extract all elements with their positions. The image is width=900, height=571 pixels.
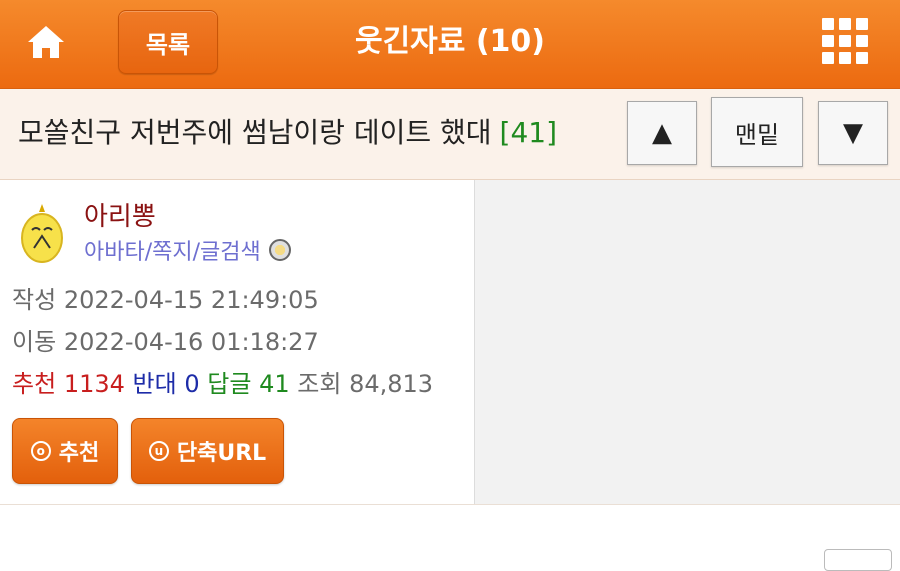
home-icon (28, 26, 64, 58)
oppose-label: 반대 (132, 370, 177, 398)
post-title-text: 모쏠친구 저번주에 썸남이랑 데이트 했대 (18, 116, 492, 149)
scroll-bottom-button[interactable]: 맨밑 (711, 97, 803, 167)
recommend-count: 1134 (63, 370, 125, 398)
views-count: 84,813 (349, 370, 434, 398)
home-button[interactable] (18, 18, 74, 66)
short-url-circle-icon: u (148, 441, 169, 461)
recommend-button-label: 추천 (58, 441, 100, 466)
list-button[interactable]: 목록 (118, 10, 218, 74)
post-title[interactable]: 모쏠친구 저번주에 썸남이랑 데이트 했대 [41] (18, 89, 557, 179)
avatar-icon (21, 204, 63, 263)
short-url-button-label: 단축URL (176, 441, 267, 466)
written-date: 작성 2022-04-15 21:49:05 (12, 280, 319, 315)
oppose-count: 0 (184, 370, 200, 398)
level-badge-icon (268, 239, 291, 261)
moved-label: 이동 (12, 328, 57, 356)
ad-area (475, 180, 900, 504)
grid-menu-button[interactable] (820, 16, 872, 68)
up-arrow-icon: ▲ (652, 118, 672, 148)
written-label: 작성 (12, 286, 57, 314)
recommend-label: 추천 (12, 370, 57, 398)
moved-date: 이동 2022-04-16 01:18:27 (12, 322, 319, 357)
post-title-bar: 모쏠친구 저번주에 썸남이랑 데이트 했대 [41] ▲ 맨밑 ▼ (0, 89, 900, 180)
divider (0, 504, 900, 505)
avatar[interactable] (18, 202, 66, 264)
prev-post-button[interactable]: ▲ (627, 101, 697, 165)
author-links[interactable]: 아바타/쪽지/글검색 (84, 234, 291, 266)
author-nickname[interactable]: 아리뽕 (84, 196, 156, 233)
author-links-text: 아바타/쪽지/글검색 (84, 240, 261, 265)
down-arrow-icon: ▼ (843, 118, 863, 148)
post-info-panel: 아리뽕 아바타/쪽지/글검색 작성 2022-04-15 21:49:05 이동… (0, 180, 475, 504)
short-url-button[interactable]: u 단축URL (131, 418, 284, 484)
partial-button[interactable] (824, 549, 892, 571)
comment-count: [41] (499, 116, 558, 149)
next-post-button[interactable]: ▼ (818, 101, 888, 165)
written-value: 2022-04-15 21:49:05 (63, 286, 319, 314)
reply-label: 답글 (207, 370, 252, 398)
post-stats: 추천 1134 반대 0 답글 41 조회 84,813 (12, 364, 433, 399)
recommend-button[interactable]: o 추천 (12, 418, 118, 484)
top-header: 목록 웃긴자료 (10) (0, 0, 900, 89)
reply-count: 41 (259, 370, 290, 398)
recommend-circle-icon: o (30, 441, 51, 461)
moved-value: 2022-04-16 01:18:27 (63, 328, 319, 356)
views-label: 조회 (297, 370, 342, 398)
